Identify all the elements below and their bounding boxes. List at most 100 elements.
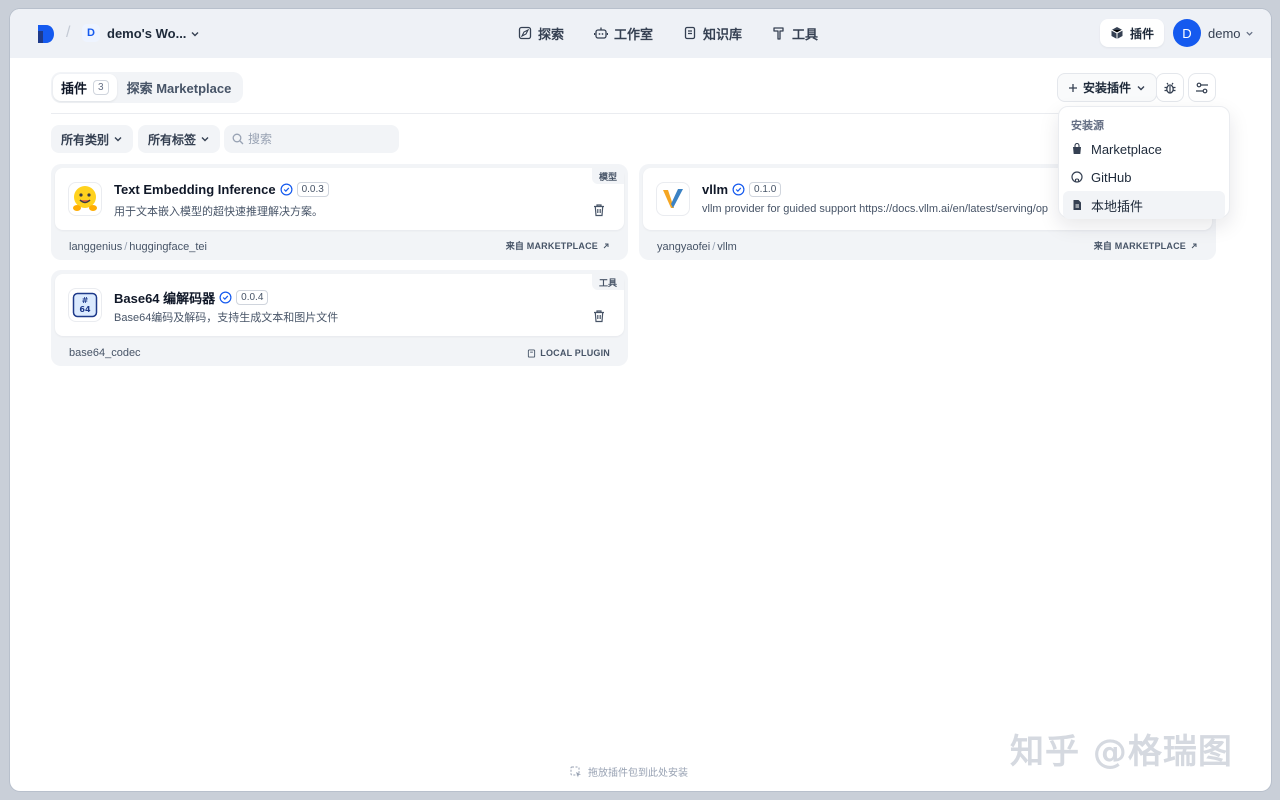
search-input[interactable] xyxy=(248,132,388,146)
category-tag: 模型 xyxy=(591,168,624,184)
app-window: / D demo's Wo... 探索 工作室 知识库 工具 插件 D demo… xyxy=(10,9,1271,791)
install-source-title: 安装源 xyxy=(1071,120,1104,132)
path-separator: / xyxy=(124,241,128,253)
plugin-source-label: LOCAL PLUGIN xyxy=(540,348,610,358)
nav-explore[interactable]: 探索 xyxy=(518,23,564,43)
category-filter-label: 所有类别 xyxy=(61,132,110,147)
plugin-count-badge: 3 xyxy=(93,80,109,95)
install-plugin-button[interactable]: 安装插件 xyxy=(1057,73,1158,102)
chevron-down-icon xyxy=(1245,31,1253,36)
nav-studio[interactable]: 工作室 xyxy=(594,23,653,43)
hammer-icon xyxy=(773,27,784,40)
menu-item-github[interactable]: GitHub xyxy=(1063,163,1225,191)
tag-filter[interactable]: 所有标签 xyxy=(138,125,221,153)
plugin-name: vllm xyxy=(717,241,737,253)
robot-icon xyxy=(594,27,609,39)
version-badge: 0.0.4 xyxy=(236,290,269,305)
plugin-card-body: Text Embedding Inference 0.0.3 用于文本嵌入模型的… xyxy=(55,168,624,230)
nav-knowledge[interactable]: 知识库 xyxy=(683,23,742,43)
plugin-source-label-wrap: LOCAL PLUGIN xyxy=(527,348,610,358)
plugins-nav-button[interactable]: 插件 xyxy=(1100,19,1165,47)
drop-hint-text: 拖放插件包到此处安装 xyxy=(588,768,688,779)
plugin-title-text: vllm xyxy=(702,182,729,197)
version-badge: 0.1.0 xyxy=(749,182,782,197)
category-filter[interactable]: 所有类别 xyxy=(51,125,134,153)
install-plugin-label: 安装插件 xyxy=(1083,81,1132,95)
book-icon xyxy=(684,26,696,40)
plugin-description: Base64编码及解码，支持生成文本和图片文件 xyxy=(114,312,339,324)
tag-filter-label: 所有标签 xyxy=(148,132,197,147)
verified-badge-icon xyxy=(280,183,293,196)
svg-text:#: # xyxy=(82,296,89,305)
nav-tools[interactable]: 工具 xyxy=(772,23,818,43)
plus-icon xyxy=(1069,83,1077,92)
plugin-name: huggingface_tei xyxy=(129,241,207,253)
workspace-switcher[interactable]: demo's Wo... xyxy=(107,26,200,41)
huggingface-icon xyxy=(68,182,102,216)
chevron-down-icon xyxy=(114,137,122,142)
header-divider xyxy=(51,113,1217,114)
main-nav: 探索 工作室 知识库 工具 xyxy=(518,23,818,43)
trash-icon[interactable] xyxy=(592,309,606,323)
user-name: demo xyxy=(1208,26,1241,41)
local-file-icon xyxy=(528,348,536,358)
tab-marketplace[interactable]: 探索 Marketplace xyxy=(117,78,242,97)
github-icon xyxy=(1071,171,1083,183)
plugin-org-path: base64_codec xyxy=(69,347,141,359)
tab-plugins[interactable]: 插件 3 xyxy=(53,74,117,101)
watermark: 知乎 @格瑞图 xyxy=(1010,732,1233,772)
plugin-description: vllm provider for guided support https:/… xyxy=(702,203,1049,215)
menu-item-local-plugin[interactable]: 本地插件 xyxy=(1063,191,1225,219)
debug-button[interactable] xyxy=(1156,73,1184,102)
plugin-name: base64_codec xyxy=(69,347,141,359)
workspace-name: demo's Wo... xyxy=(107,26,187,41)
plugin-card[interactable]: Text Embedding Inference 0.0.3 用于文本嵌入模型的… xyxy=(51,164,628,260)
base64-icon: # 64 xyxy=(68,288,102,322)
trash-icon[interactable] xyxy=(592,203,606,217)
plugin-card[interactable]: # 64 Base64 编解码器 0.0.4 Base64编码及解码，支持生成文… xyxy=(51,270,628,366)
arrow-up-right-icon xyxy=(1191,243,1197,248)
compass-icon xyxy=(518,26,532,40)
plugin-source-label: 来自 MARKETPLACE xyxy=(1093,241,1186,251)
install-source-menu: 安装源 Marketplace GitHub 本地插件 xyxy=(1058,106,1230,219)
plugin-org: yangyaofei xyxy=(657,241,711,253)
plugin-source-link[interactable]: 来自 MARKETPLACE xyxy=(1094,239,1198,252)
verified-badge-icon xyxy=(732,183,745,196)
cube-icon xyxy=(1111,27,1123,39)
breadcrumb-separator: / xyxy=(66,24,71,41)
vllm-logo-icon xyxy=(656,182,690,216)
verified-badge-icon xyxy=(219,291,232,304)
search-box xyxy=(224,125,399,153)
plugin-title: Text Embedding Inference 0.0.3 xyxy=(114,182,329,197)
plugin-source-label: 来自 MARKETPLACE xyxy=(505,241,598,251)
user-avatar[interactable]: D xyxy=(1173,19,1201,47)
user-menu[interactable]: demo xyxy=(1208,26,1254,41)
top-nav: / D demo's Wo... 探索 工作室 知识库 工具 插件 D demo xyxy=(10,9,1271,58)
plugin-title-text: Text Embedding Inference xyxy=(114,182,276,197)
plugin-source-link[interactable]: 来自 MARKETPLACE xyxy=(506,239,610,252)
category-tag: 工具 xyxy=(591,274,624,290)
menu-item-label: 本地插件 xyxy=(1091,198,1144,214)
menu-item-label: GitHub xyxy=(1091,169,1132,185)
drag-drop-icon xyxy=(570,766,581,777)
nav-tools-label: 工具 xyxy=(792,26,819,42)
plugins-nav-label: 插件 xyxy=(1130,26,1155,41)
plugin-card-body: # 64 Base64 编解码器 0.0.4 Base64编码及解码，支持生成文… xyxy=(55,274,624,336)
plugin-org-path: langgenius / huggingface_tei xyxy=(69,241,207,253)
tab-plugins-label: 插件 xyxy=(61,81,88,96)
marketplace-icon xyxy=(1073,143,1081,154)
workspace-avatar[interactable]: D xyxy=(82,24,100,42)
chevron-down-icon xyxy=(191,31,199,36)
menu-item-marketplace[interactable]: Marketplace xyxy=(1063,135,1225,163)
plugin-tabs: 插件 3 探索 Marketplace xyxy=(51,72,244,103)
plugin-title: vllm 0.1.0 xyxy=(702,182,782,197)
plugin-title: Base64 编解码器 0.0.4 xyxy=(114,288,269,307)
arrow-up-right-icon xyxy=(603,243,609,248)
dify-logo-icon[interactable] xyxy=(38,25,54,43)
bug-icon xyxy=(1164,82,1176,94)
search-icon xyxy=(232,133,244,145)
chevron-down-icon xyxy=(201,137,209,142)
file-icon xyxy=(1073,200,1081,210)
svg-text:64: 64 xyxy=(79,305,91,314)
settings-button[interactable] xyxy=(1188,73,1216,102)
